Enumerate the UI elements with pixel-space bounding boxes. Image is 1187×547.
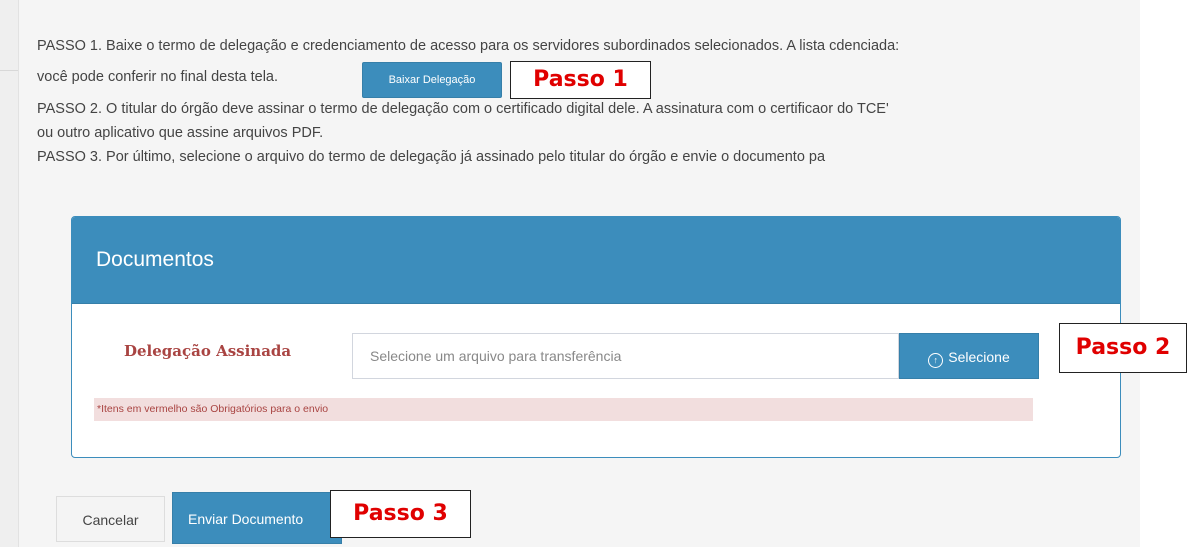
step1-text-line2: você pode conferir no final desta tela.	[37, 69, 279, 85]
callout-passo-3: Passo 3	[330, 490, 471, 538]
send-document-button[interactable]: Enviar Documento	[172, 492, 342, 544]
required-fields-note: *Itens em vermelho são Obrigatórios para…	[94, 398, 1033, 421]
download-delegation-button[interactable]: Baixar Delegação	[362, 62, 502, 98]
cancel-button[interactable]: Cancelar	[56, 496, 165, 542]
documents-panel: Documentos Delegação Assinada Selecione …	[71, 216, 1121, 458]
callout-passo-1: Passo 1	[510, 61, 651, 99]
step2-text: PASSO 2. O titular do órgão deve assinar…	[37, 101, 889, 117]
step3-text: PASSO 3. Por último, selecione o arquivo…	[37, 149, 826, 165]
select-file-button[interactable]: ↑ Selecione	[899, 333, 1039, 379]
step1-text-cont: você pode conferir no final desta tela. …	[37, 62, 502, 98]
panel-title: Documentos	[96, 248, 214, 271]
left-sidebar-edge	[0, 0, 19, 547]
file-input[interactable]: Selecione um arquivo para transferência	[352, 333, 899, 379]
sidebar-divider	[0, 70, 18, 71]
upload-circle-icon: ↑	[928, 353, 944, 368]
select-file-label: Selecione	[948, 349, 1010, 365]
panel-header: Documentos	[72, 217, 1120, 304]
step1-text: PASSO 1. Baixe o termo de delegação e cr…	[37, 38, 900, 54]
callout-passo-2: Passo 2	[1059, 323, 1187, 373]
signed-delegation-label: Delegação Assinada	[124, 342, 292, 360]
step2-text-line2: ou outro aplicativo que assine arquivos …	[37, 125, 324, 141]
